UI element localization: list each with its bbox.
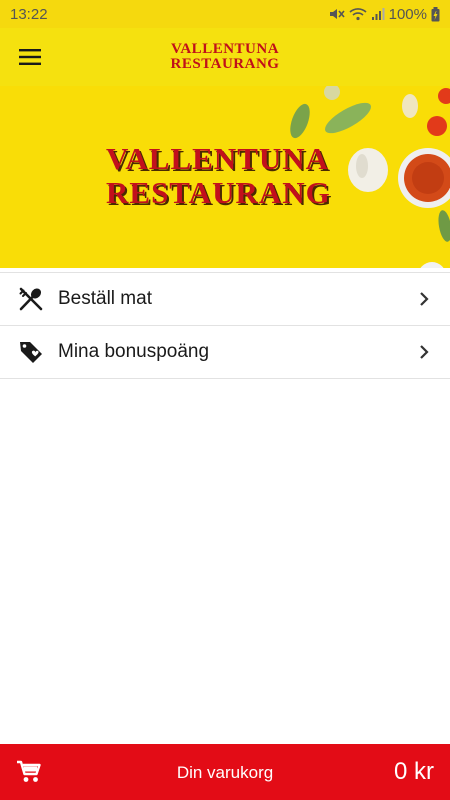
signal-icon [371, 8, 385, 20]
status-bar: 13:22 100% [0, 0, 450, 28]
banner-title-line2: RESTAURANG [106, 175, 331, 210]
battery-icon [431, 6, 440, 21]
menu-item-label: Beställ mat [58, 288, 152, 309]
banner-title: VALLENTUNA RESTAURANG [106, 142, 331, 210]
hamburger-menu-button[interactable] [18, 45, 42, 69]
status-icons: 100% [329, 6, 440, 23]
banner-title-line1: VALLENTUNA [106, 141, 330, 176]
cart-total: 0 kr [393, 758, 434, 785]
chevron-right-icon [416, 289, 432, 309]
main-menu-list: Beställ mat Mina bonuspoäng [0, 273, 450, 379]
menu-item-bonus-points[interactable]: Mina bonuspoäng [0, 326, 450, 379]
wifi-icon [349, 8, 367, 21]
chevron-right-icon [416, 342, 432, 362]
cart-label: Din varukorg [176, 763, 274, 782]
status-time: 13:22 [10, 5, 48, 23]
fork-spoon-icon [18, 286, 44, 312]
tag-heart-icon [18, 339, 44, 365]
menu-item-order-food[interactable]: Beställ mat [0, 273, 450, 326]
hero-banner: VALLENTUNA RESTAURANG [0, 86, 450, 268]
battery-level: 100% [388, 5, 427, 23]
app-logo-line2: RESTAURANG [170, 56, 280, 72]
app-logo: VALLENTUNA RESTAURANG [171, 42, 280, 72]
app-bar: VALLENTUNA RESTAURANG [0, 28, 450, 86]
hamburger-icon [19, 49, 41, 65]
app-logo-line1: VALLENTUNA [170, 41, 280, 57]
mute-icon [329, 9, 345, 19]
cart-bar[interactable]: Din varukorg 0 kr [0, 744, 450, 800]
menu-item-label: Mina bonuspoäng [58, 341, 210, 362]
